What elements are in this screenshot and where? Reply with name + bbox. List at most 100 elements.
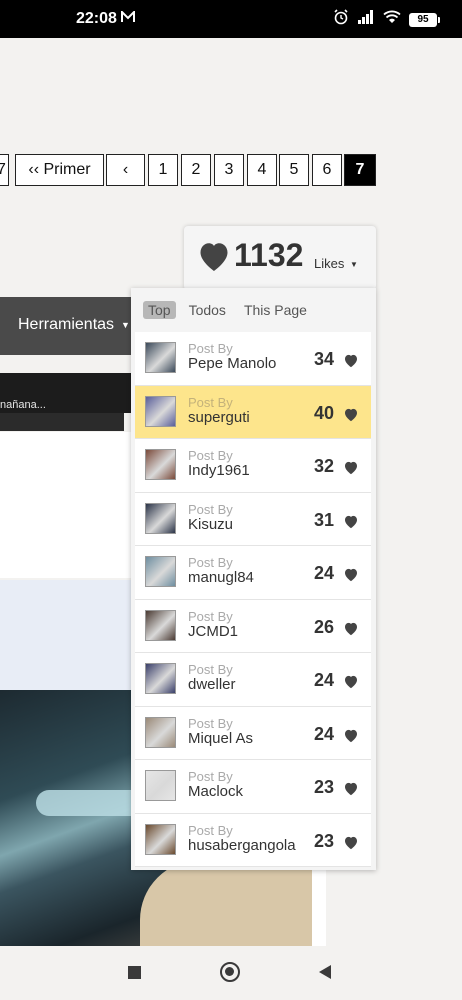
post-by-label: Post By bbox=[188, 608, 233, 624]
first-page-button[interactable]: ‹‹ Primer bbox=[15, 154, 104, 186]
tools-menu-label: Herramientas bbox=[18, 316, 115, 333]
avatar[interactable] bbox=[145, 663, 176, 694]
double-chevron-left-icon: ‹‹ bbox=[28, 161, 40, 178]
content-block bbox=[0, 432, 132, 578]
tab-this-page[interactable]: This Page bbox=[239, 301, 312, 319]
mail-icon bbox=[121, 9, 135, 26]
list-item[interactable]: Post By Pepe Manolo 34 bbox=[135, 332, 371, 386]
like-count: 40 bbox=[314, 402, 335, 423]
like-count: 32 bbox=[314, 456, 335, 476]
poster-name[interactable]: Pepe Manolo bbox=[188, 355, 276, 372]
tab-top[interactable]: Top bbox=[143, 301, 176, 319]
list-item[interactable]: Post By dweller 24 bbox=[135, 653, 371, 707]
list-item[interactable]: Post By Miquel As 24 bbox=[135, 706, 371, 760]
poster-name[interactable]: manugl84 bbox=[188, 569, 254, 586]
page-5[interactable]: 5 bbox=[279, 154, 309, 186]
heart-icon[interactable] bbox=[343, 407, 359, 427]
like-count: 23 bbox=[314, 777, 335, 797]
navigation-bar bbox=[0, 946, 462, 1000]
list-item[interactable]: Post By Maclock 23 bbox=[135, 760, 371, 814]
avatar[interactable] bbox=[145, 556, 176, 587]
post-by-label: Post By bbox=[188, 501, 233, 517]
likes-label: Likes bbox=[314, 256, 345, 271]
likes-tabs: Top Todos This Page bbox=[143, 301, 312, 319]
heart-icon[interactable] bbox=[343, 567, 359, 587]
like-count: 26 bbox=[314, 616, 335, 637]
recent-apps-icon[interactable] bbox=[128, 966, 141, 979]
poster-name[interactable]: superguti bbox=[188, 409, 250, 426]
heart-icon bbox=[196, 239, 232, 278]
heart-icon[interactable] bbox=[343, 353, 359, 373]
status-time: 22:08 bbox=[76, 10, 117, 27]
heart-icon[interactable] bbox=[343, 674, 359, 694]
list-item[interactable]: Post By JCMD1 26 bbox=[135, 599, 371, 653]
first-page-label: Primer bbox=[43, 161, 91, 178]
list-item[interactable]: Post By manugl84 24 bbox=[135, 546, 371, 600]
caret-down-icon[interactable]: ▼ bbox=[350, 260, 358, 269]
page-6[interactable]: 6 bbox=[312, 154, 342, 186]
photo-border bbox=[312, 860, 326, 946]
likes-list: Post By Pepe Manolo 34 Post By superguti 40 Po… bbox=[135, 332, 371, 867]
post-by-label: Post By bbox=[188, 822, 233, 838]
page-3[interactable]: 3 bbox=[214, 154, 244, 186]
search-text: nañana... bbox=[0, 399, 46, 411]
avatar[interactable] bbox=[145, 609, 176, 641]
tools-menu-bar[interactable]: Herramientas ▼ bbox=[0, 297, 132, 355]
avatar[interactable] bbox=[145, 502, 176, 534]
list-item[interactable]: Post By Kisuzu 31 bbox=[135, 492, 371, 546]
battery-level: 95 bbox=[409, 12, 437, 27]
tab-todos[interactable]: Todos bbox=[184, 301, 231, 319]
home-icon[interactable] bbox=[220, 962, 240, 982]
post-by-label: Post By bbox=[188, 394, 233, 410]
chevron-left-icon: ‹ bbox=[122, 161, 129, 178]
avatar[interactable] bbox=[145, 770, 176, 801]
caret-down-icon: ▼ bbox=[121, 320, 130, 330]
like-count: 24 bbox=[314, 563, 335, 583]
like-count: 23 bbox=[314, 830, 335, 851]
prev-page-button[interactable]: ‹ bbox=[106, 154, 145, 186]
post-by-label: Post By bbox=[188, 555, 233, 570]
status-bar: 22:08 95 bbox=[0, 0, 462, 38]
post-by-label: Post By bbox=[188, 662, 233, 677]
alarm-icon bbox=[333, 9, 349, 30]
heart-icon[interactable] bbox=[343, 728, 359, 748]
back-icon[interactable] bbox=[318, 964, 332, 985]
avatar[interactable] bbox=[145, 395, 176, 427]
avatar[interactable] bbox=[145, 823, 176, 855]
like-count: 24 bbox=[314, 670, 335, 690]
avatar[interactable] bbox=[145, 342, 176, 373]
likes-header[interactable]: 1132 Likes ▼ bbox=[184, 226, 376, 290]
heart-icon[interactable] bbox=[343, 835, 359, 855]
list-item[interactable]: Post By superguti 40 bbox=[135, 385, 371, 439]
list-item[interactable]: Post By Indy1961 32 bbox=[135, 439, 371, 493]
page-4[interactable]: 4 bbox=[247, 154, 277, 186]
page-partial[interactable]: 7 bbox=[0, 154, 9, 186]
poster-name[interactable]: Miquel As bbox=[188, 730, 253, 747]
signal-icon bbox=[357, 10, 375, 29]
poster-name[interactable]: Maclock bbox=[188, 783, 243, 800]
poster-name[interactable]: husabergangola bbox=[188, 837, 296, 854]
post-by-label: Post By bbox=[188, 769, 233, 784]
heart-icon[interactable] bbox=[343, 514, 359, 534]
avatar[interactable] bbox=[145, 449, 176, 480]
page-7-current[interactable]: 7 bbox=[344, 154, 376, 186]
like-count: 24 bbox=[314, 723, 335, 744]
poster-name[interactable]: dweller bbox=[188, 676, 236, 693]
likes-total: 1132 bbox=[234, 237, 304, 273]
post-by-label: Post By bbox=[188, 341, 233, 356]
avatar[interactable] bbox=[145, 716, 176, 748]
page-2[interactable]: 2 bbox=[181, 154, 211, 186]
post-by-label: Post By bbox=[188, 448, 233, 463]
poster-name[interactable]: JCMD1 bbox=[188, 623, 238, 640]
post-by-label: Post By bbox=[188, 715, 233, 731]
like-count: 31 bbox=[314, 509, 335, 530]
poster-name[interactable]: Indy1961 bbox=[188, 462, 250, 479]
heart-icon[interactable] bbox=[343, 460, 359, 480]
poster-name[interactable]: Kisuzu bbox=[188, 516, 233, 533]
wifi-icon bbox=[383, 10, 401, 29]
heart-icon[interactable] bbox=[343, 621, 359, 641]
heart-icon[interactable] bbox=[343, 781, 359, 801]
list-item[interactable]: Post By husabergangola 23 bbox=[135, 813, 371, 867]
page-1[interactable]: 1 bbox=[148, 154, 178, 186]
likes-panel: Top Todos This Page Post By Pepe Manolo 34… bbox=[131, 288, 376, 870]
